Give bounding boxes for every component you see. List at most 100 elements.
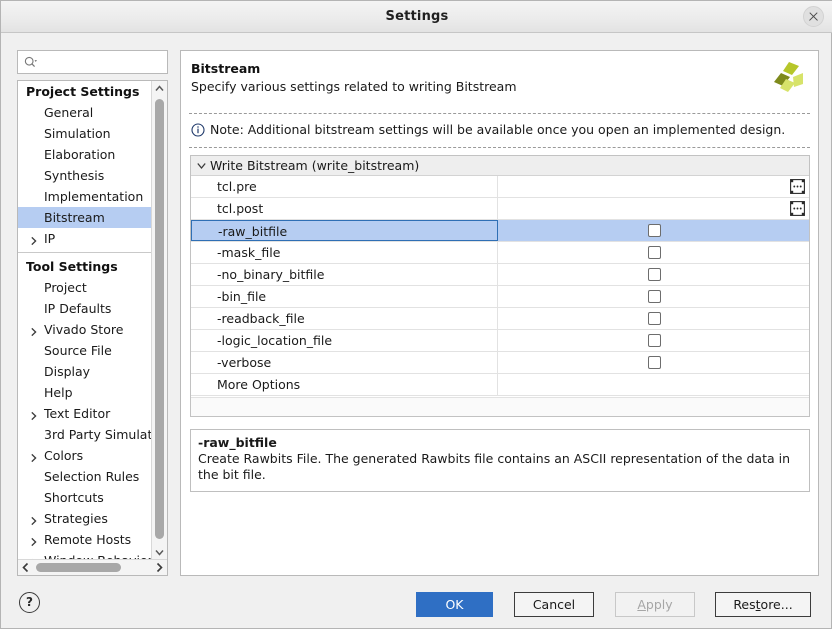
table-row[interactable]: -no_binary_bitfile <box>191 264 809 286</box>
sidebar-item-label: Strategies <box>44 511 108 526</box>
option-name-cell[interactable]: -bin_file <box>191 286 498 307</box>
option-value-cell[interactable] <box>498 308 809 329</box>
option-value-cell[interactable] <box>498 176 809 197</box>
sidebar-item-shortcuts[interactable]: Shortcuts <box>18 487 152 508</box>
option-name-cell[interactable]: -readback_file <box>191 308 498 329</box>
sidebar-item-strategies[interactable]: Strategies <box>18 508 152 529</box>
chevron-right-icon[interactable] <box>30 534 38 547</box>
option-name-cell[interactable]: -mask_file <box>191 242 498 263</box>
option-name-cell[interactable]: -verbose <box>191 352 498 373</box>
sidebar-item-project[interactable]: Project <box>18 277 152 298</box>
sidebar-item-simulation[interactable]: Simulation <box>18 123 152 144</box>
option-value-cell[interactable] <box>498 374 809 395</box>
option-checkbox[interactable] <box>647 290 661 303</box>
table-row[interactable]: tcl.post <box>191 198 809 220</box>
sidebar-item-text-editor[interactable]: Text Editor <box>18 403 152 424</box>
option-value-cell[interactable] <box>498 352 809 373</box>
apply-button: Apply <box>615 592 695 617</box>
sidebar-item-elaboration[interactable]: Elaboration <box>18 144 152 165</box>
sidebar-item-label: Elaboration <box>44 147 116 162</box>
sidebar-item-ip[interactable]: IP <box>18 228 152 249</box>
tree-horizontal-scrollbar[interactable] <box>18 559 167 575</box>
option-checkbox[interactable] <box>647 268 661 281</box>
sidebar-item-general[interactable]: General <box>18 102 152 123</box>
option-value-cell[interactable] <box>498 198 809 219</box>
table-row[interactable]: -logic_location_file <box>191 330 809 352</box>
table-row[interactable]: -mask_file <box>191 242 809 264</box>
sidebar-item-colors[interactable]: Colors <box>18 445 152 466</box>
option-name-cell[interactable]: -logic_location_file <box>191 330 498 351</box>
sidebar-item-label: IP Defaults <box>44 301 112 316</box>
browse-ellipsis-icon[interactable] <box>790 201 805 216</box>
option-checkbox[interactable] <box>647 246 661 259</box>
table-row[interactable]: -verbose <box>191 352 809 374</box>
option-value-cell[interactable] <box>498 242 809 263</box>
option-name-cell[interactable]: tcl.pre <box>191 176 498 197</box>
chevron-right-icon[interactable] <box>30 450 38 463</box>
sidebar-item-label: Simulation <box>44 126 111 141</box>
table-row[interactable]: More Options <box>191 374 809 396</box>
sidebar-item-synthesis[interactable]: Synthesis <box>18 165 152 186</box>
page-title: Bitstream <box>191 61 261 76</box>
option-checkbox[interactable] <box>647 356 661 369</box>
table-row[interactable]: -readback_file <box>191 308 809 330</box>
option-value-cell[interactable] <box>498 286 809 307</box>
option-checkbox[interactable] <box>647 312 661 325</box>
tree-hscroll-thumb[interactable] <box>36 563 121 572</box>
search-input[interactable] <box>17 50 168 74</box>
option-name-cell[interactable]: More Options <box>191 374 498 395</box>
option-name-cell[interactable]: -no_binary_bitfile <box>191 264 498 285</box>
settings-dialog: Settings Project Settings General Simulati… <box>0 0 832 629</box>
table-row[interactable]: -raw_bitfile <box>191 220 809 242</box>
option-value-cell[interactable] <box>498 220 809 241</box>
table-empty-area <box>191 397 809 416</box>
chevron-down-icon[interactable] <box>197 162 206 170</box>
sidebar-item-remote-hosts[interactable]: Remote Hosts <box>18 529 152 550</box>
note-banner: Note: Additional bitstream settings will… <box>191 121 811 141</box>
restore-button[interactable]: Restore... <box>715 592 811 617</box>
sidebar-item-implementation[interactable]: Implementation <box>18 186 152 207</box>
table-row[interactable]: tcl.pre <box>191 176 809 198</box>
tree-scroll-thumb[interactable] <box>155 99 164 539</box>
sidebar-item-bitstream[interactable]: Bitstream <box>18 207 152 228</box>
description-title: -raw_bitfile <box>198 435 277 450</box>
chevron-right-icon[interactable] <box>30 233 38 246</box>
help-button[interactable]: ? <box>19 592 40 613</box>
cancel-button[interactable]: Cancel <box>514 592 594 617</box>
option-name-cell[interactable]: -raw_bitfile <box>191 220 498 241</box>
scroll-right-icon[interactable] <box>152 560 167 575</box>
sidebar-item-3rd-party-simulat[interactable]: 3rd Party Simulat <box>18 424 152 445</box>
sidebar-item-help[interactable]: Help <box>18 382 152 403</box>
sidebar-item-selection-rules[interactable]: Selection Rules <box>18 466 152 487</box>
scroll-down-icon[interactable] <box>152 545 167 560</box>
scroll-left-icon[interactable] <box>18 560 33 575</box>
sidebar-item-display[interactable]: Display <box>18 361 152 382</box>
ok-button[interactable]: OK <box>416 592 493 617</box>
table-group-label: Write Bitstream (write_bitstream) <box>210 158 420 173</box>
sidebar-item-label: Colors <box>44 448 84 463</box>
option-name-cell[interactable]: tcl.post <box>191 198 498 219</box>
sidebar-item-label: Synthesis <box>44 168 105 183</box>
table-row[interactable]: -bin_file <box>191 286 809 308</box>
tree-vertical-scrollbar[interactable] <box>151 81 167 560</box>
scroll-up-icon[interactable] <box>152 81 167 96</box>
browse-ellipsis-icon[interactable] <box>790 179 805 194</box>
sidebar-item-ip-defaults[interactable]: IP Defaults <box>18 298 152 319</box>
sidebar-item-vivado-store[interactable]: Vivado Store <box>18 319 152 340</box>
option-value-cell[interactable] <box>498 330 809 351</box>
sidebar-item-label: Text Editor <box>44 406 111 421</box>
sidebar-item-source-file[interactable]: Source File <box>18 340 152 361</box>
chevron-right-icon[interactable] <box>30 324 38 337</box>
chevron-right-icon[interactable] <box>30 513 38 526</box>
chevron-right-icon[interactable] <box>30 408 38 421</box>
option-checkbox[interactable] <box>647 224 661 237</box>
option-checkbox[interactable] <box>647 334 661 347</box>
description-panel: -raw_bitfile Create Rawbits File. The ge… <box>190 429 810 492</box>
option-value-cell[interactable] <box>498 264 809 285</box>
close-icon[interactable] <box>803 6 824 27</box>
settings-page: Bitstream Specify various settings relat… <box>180 50 819 576</box>
sidebar-item-label: Help <box>44 385 73 400</box>
title-bar: Settings <box>1 1 832 33</box>
sidebar-item-label: Implementation <box>44 189 144 204</box>
table-group-header[interactable]: Write Bitstream (write_bitstream) <box>191 156 809 176</box>
